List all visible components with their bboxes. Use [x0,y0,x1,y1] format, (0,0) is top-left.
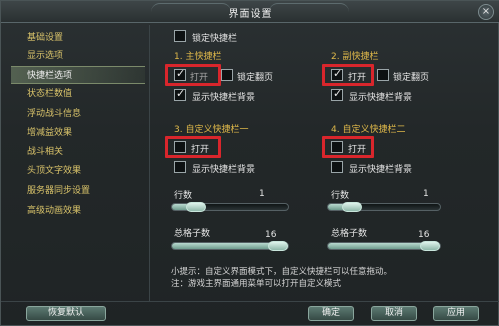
settings-sidebar: 基础设置 显示选项 快捷栏选项 状态栏数值 浮动战斗信息 增减益效果 战斗相关 … [9,25,149,295]
sidebar-item-statusbar[interactable]: 状态栏数值 [11,85,145,103]
sidebar-item-display[interactable]: 显示选项 [11,47,145,65]
sidebar-item-combat[interactable]: 战斗相关 [11,143,145,161]
custom-bar-1-rows-label: 行数 [174,191,193,201]
main-bar-open-checkbox[interactable]: ✓ [174,67,186,81]
main-bar-lock-flip-checkbox[interactable] [221,69,233,81]
check-icon: ✓ [176,87,186,100]
main-bar-bg-checkbox[interactable]: ✓ [174,87,186,101]
custom-bar-1-open-checkbox[interactable] [174,141,186,153]
main-bar-lock-flip-label: 锁定翻页 [237,73,274,83]
interface-settings-window: 界面设置 × 基础设置 显示选项 快捷栏选项 状态栏数值 浮动战斗信息 增减益效… [0,0,499,326]
custom-bar-1-bg-label: 显示快捷栏背景 [192,165,256,175]
check-icon: ✓ [333,67,343,80]
sidebar-item-server-sync[interactable]: 服务器同步设置 [11,182,145,200]
custom-bar-1-rows-knob[interactable] [186,202,206,212]
sub-bar-bg-label: 显示快捷栏背景 [349,93,413,103]
custom-bar-1-title: 3. 自定义快捷栏一 [174,125,249,135]
sub-bar-lock-flip-checkbox[interactable] [377,69,389,81]
custom-bar-1-rows-slider[interactable] [171,202,289,212]
custom-bar-1-bg-checkbox[interactable] [174,161,186,173]
sidebar-item-animation[interactable]: 高级动画效果 [11,202,145,220]
custom-bar-2-rows-slider[interactable] [327,202,441,212]
close-button[interactable]: × [478,4,494,20]
custom-bar-2-cells-label: 总格子数 [331,229,368,239]
sidebar-item-buffs[interactable]: 增减益效果 [11,124,145,142]
custom-bar-1-cells-knob[interactable] [268,241,288,251]
ok-button[interactable]: 确定 [308,306,354,321]
custom-bar-2-cells-slider[interactable] [327,241,441,251]
apply-button[interactable]: 应用 [433,306,479,321]
sidebar-divider [149,25,150,301]
sub-bar-title: 2. 副快捷栏 [331,52,379,62]
sub-bar-open-label: 打开 [348,73,367,83]
custom-bar-2-open-checkbox[interactable] [331,141,343,153]
custom-bar-2-bg-checkbox[interactable] [331,161,343,173]
bottom-divider [1,301,499,302]
custom-bar-2-rows-knob[interactable] [342,202,362,212]
custom-bar-1-cells-slider[interactable] [171,241,289,251]
sub-bar-bg-checkbox[interactable]: ✓ [331,87,343,101]
sidebar-item-basic[interactable]: 基础设置 [11,29,145,47]
restore-defaults-button[interactable]: 恢复默认 [26,306,106,321]
check-icon: ✓ [333,87,343,100]
cancel-button[interactable]: 取消 [371,306,417,321]
sub-bar-open-checkbox[interactable]: ✓ [331,67,343,81]
close-icon: × [481,6,491,17]
custom-bar-2-title: 4. 自定义快捷栏二 [331,125,406,135]
lock-quickbar-label: 锁定快捷栏 [192,34,238,44]
custom-bar-2-rows-label: 行数 [331,191,350,201]
custom-bar-2-bg-label: 显示快捷栏背景 [349,165,413,175]
sidebar-item-quickbar[interactable]: 快捷栏选项 [11,66,145,84]
custom-bar-1-cells-label: 总格子数 [174,229,211,239]
custom-bar-2-rows-value: 1 [423,189,429,199]
main-bar-open-label: 打开 [190,73,209,83]
sidebar-item-overhead-text[interactable]: 头顶文字效果 [11,162,145,180]
custom-bar-1-cells-value: 16 [265,230,277,240]
check-icon: ✓ [176,67,186,80]
main-bar-title: 1. 主快捷栏 [174,52,222,62]
window-title: 界面设置 [228,9,273,20]
hint-line-2: 注：游戏主界面通用菜单可以打开自定义模式 [171,279,342,289]
lock-quickbar-checkbox[interactable] [174,30,186,42]
sidebar-item-combat-float[interactable]: 浮动战斗信息 [11,105,145,123]
title-bar[interactable]: 界面设置 × [1,1,499,23]
hint-line-1: 小提示：自定义界面模式下，自定义快捷栏可以任意拖动。 [171,267,393,277]
main-bar-bg-label: 显示快捷栏背景 [192,93,256,103]
custom-bar-2-cells-value: 16 [418,230,430,240]
custom-bar-2-open-label: 打开 [348,145,367,155]
custom-bar-1-rows-value: 1 [259,189,265,199]
custom-bar-1-open-label: 打开 [191,145,210,155]
sub-bar-lock-flip-label: 锁定翻页 [393,73,430,83]
custom-bar-2-cells-knob[interactable] [420,241,440,251]
